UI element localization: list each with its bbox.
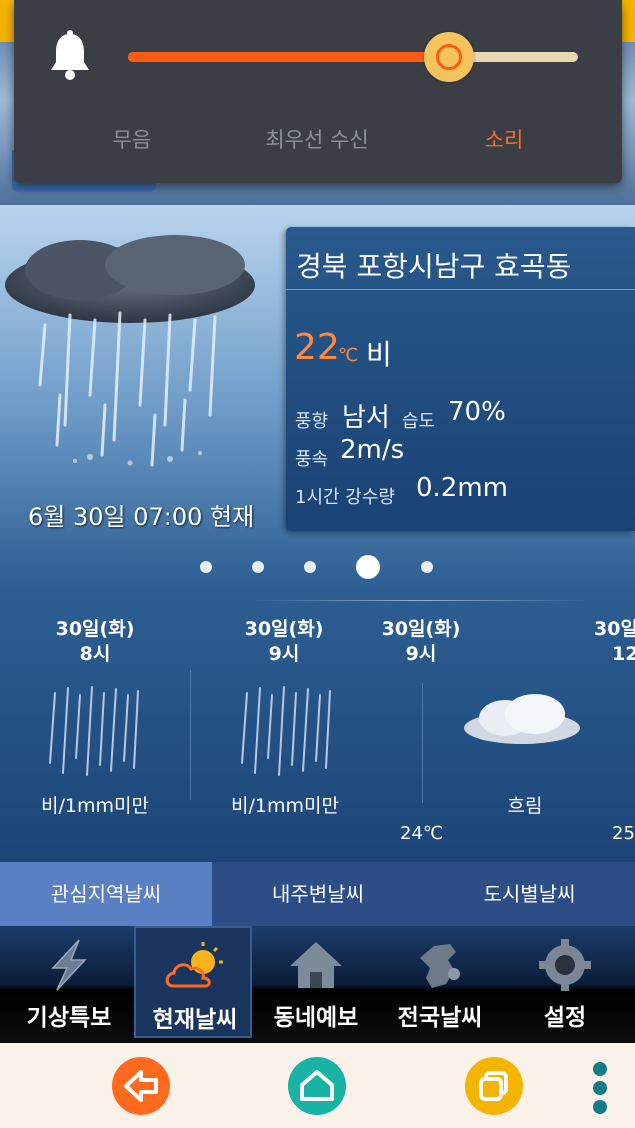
hourly-item-4-hour: 12 — [612, 643, 635, 665]
hourly-item-4-day: 30일 — [594, 618, 635, 640]
cloud-icon — [464, 694, 580, 744]
precip-label: 1시간 강수량 — [295, 487, 395, 508]
house-icon — [290, 942, 342, 988]
hourly-item-1-condition: 비/1mm미만 — [41, 795, 149, 817]
bottom-nav: 기상특보 현재날씨 동네예보 전국날씨 설정 — [0, 926, 635, 1043]
korea-map-icon — [420, 944, 460, 988]
nav-current-weather[interactable]: 현재날씨 — [134, 926, 252, 1038]
tab-nearby[interactable]: 내주변날씨 — [212, 862, 424, 926]
hourly-item-3-condition: 흐림 — [507, 795, 543, 817]
precip-value: 0.2mm — [416, 473, 509, 503]
hourly-item-4-temp: 25 — [612, 823, 635, 844]
rain-icon — [241, 686, 331, 776]
page-dot-active[interactable] — [356, 555, 380, 579]
back-icon[interactable] — [112, 1057, 170, 1115]
observation-time: 6월 30일 07:00 현재 — [28, 503, 255, 531]
column-divider — [190, 670, 191, 800]
hourly-item-2-condition: 비/1mm미만 — [231, 795, 339, 817]
volume-option-priority[interactable]: 최우선 수신 — [237, 124, 397, 154]
bell-icon[interactable] — [48, 30, 92, 82]
nav-label: 전국날씨 — [397, 1005, 483, 1031]
nav-weather-warning[interactable]: 기상특보 — [10, 926, 128, 1038]
hourly-item-1-day: 30일(화) — [55, 618, 135, 640]
nav-label: 현재날씨 — [152, 1007, 238, 1033]
wind-speed-label: 풍속 — [295, 449, 329, 470]
section-divider — [250, 600, 590, 601]
sun-cloud-icon — [165, 942, 223, 988]
gear-icon — [539, 939, 591, 991]
nav-label: 기상특보 — [26, 1005, 112, 1031]
nav-label: 설정 — [543, 1005, 587, 1031]
nav-national-weather[interactable]: 전국날씨 — [381, 926, 499, 1038]
nav-label: 동네예보 — [273, 1005, 359, 1031]
rain-cloud-icon — [5, 235, 255, 467]
volume-level-fill — [128, 52, 450, 62]
page-dot[interactable] — [421, 561, 433, 573]
volume-slider-thumb[interactable] — [424, 32, 474, 82]
wind-direction-label: 풍향 — [295, 411, 329, 432]
system-nav-bar — [0, 1043, 635, 1128]
location-title[interactable]: 경북 포항시남구 효곡동 — [296, 245, 571, 285]
hourly-item-2-day: 30일(화) — [244, 618, 324, 640]
region-tabs: 관심지역날씨 내주변날씨 도시별날씨 — [0, 862, 635, 926]
hourly-item-3-hour: 9시 — [405, 643, 437, 665]
tab-by-city[interactable]: 도시별날씨 — [424, 862, 635, 926]
volume-option-mute[interactable]: 무음 — [52, 124, 212, 154]
volume-option-sound[interactable]: 소리 — [424, 124, 584, 154]
hourly-item-3-temp: 24℃ — [400, 823, 444, 844]
lightning-icon — [51, 939, 87, 991]
nav-settings[interactable]: 설정 — [506, 926, 624, 1038]
wind-speed-value: 2m/s — [340, 435, 405, 465]
volume-panel: 무음 최우선 수신 소리 — [14, 0, 622, 183]
current-weather-panel: 6월 30일 07:00 현재 경북 포항시남구 효곡동 22 ℃ 비 풍향 남… — [0, 205, 635, 862]
hourly-item-2-hour: 9시 — [268, 643, 300, 665]
nav-local-forecast[interactable]: 동네예보 — [257, 926, 375, 1038]
weather-info-card: 경북 포항시남구 효곡동 22 ℃ 비 풍향 남서 습도 70% 풍속 2m/s… — [286, 227, 635, 531]
humidity-value: 70% — [448, 397, 506, 427]
rain-icon — [49, 686, 139, 776]
wind-direction-value: 남서 — [342, 403, 390, 433]
temperature-value: 22 — [294, 327, 340, 368]
recents-icon[interactable] — [465, 1057, 523, 1115]
condition-text: 비 — [366, 338, 392, 371]
page-dot[interactable] — [304, 561, 316, 573]
column-divider — [422, 683, 423, 803]
page-dot[interactable] — [252, 561, 264, 573]
hourly-item-3-day: 30일(화) — [381, 618, 461, 640]
tab-favorite-region[interactable]: 관심지역날씨 — [0, 862, 212, 926]
home-icon[interactable] — [288, 1057, 346, 1115]
more-icon[interactable] — [590, 1061, 610, 1115]
humidity-label: 습도 — [402, 411, 436, 432]
divider — [286, 289, 635, 290]
page-dot[interactable] — [200, 561, 212, 573]
hourly-item-1-hour: 8시 — [79, 643, 111, 665]
temperature-unit: ℃ — [338, 345, 359, 366]
